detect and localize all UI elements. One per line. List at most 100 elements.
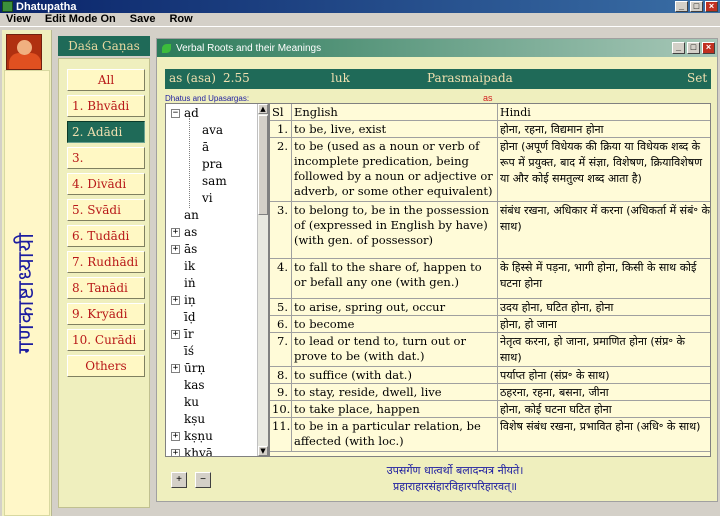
tree-item[interactable]: ku: [184, 394, 199, 411]
app-titlebar: Dhatupatha _ □ ×: [0, 0, 720, 13]
table-row[interactable]: 8. to suffice (with dat.) पर्याप्त होना (स…: [270, 367, 710, 384]
gana-button-tanadi[interactable]: 8. Tanādi: [67, 277, 145, 299]
zoom-out-button[interactable]: −: [195, 472, 211, 488]
sanskrit-quote: उपसर्गेण धात्वर्थो बलादन्यत्र नीयते। प्र…: [355, 463, 555, 495]
english-meaning: to be in a particular relation, be affec…: [292, 418, 498, 451]
root-name: as (asa): [169, 71, 216, 85]
menu-edit-mode[interactable]: Edit Mode On: [39, 13, 124, 26]
row-number: 1.: [270, 121, 292, 137]
meanings-table: Sl English Hindi 1. to be, live, exist होन…: [269, 103, 711, 457]
gana-button-all[interactable]: All: [67, 69, 145, 91]
table-row[interactable]: 2. to be (used as a noun or verb of incom…: [270, 138, 710, 202]
vertical-title-panel: गणकाष्टाध्यायी: [4, 70, 50, 516]
tree-item[interactable]: pra: [202, 156, 223, 173]
gana-button-others[interactable]: Others: [67, 355, 145, 377]
child-close-button[interactable]: ×: [702, 42, 715, 54]
gana-button-curadi[interactable]: 10. Curādi: [67, 329, 145, 351]
expand-icon[interactable]: +: [171, 364, 180, 373]
english-meaning: to be, live, exist: [292, 121, 498, 137]
app-title: Dhatupatha: [16, 0, 77, 13]
hindi-meaning: संबंध रखना, अधिकार में करना (अधिकर्ता मे…: [500, 204, 710, 233]
gana-button-rudhadi[interactable]: 7. Rudhādi: [67, 251, 145, 273]
tree-scrollbar[interactable]: ▲ ▼: [257, 104, 268, 456]
zoom-in-icon: +: [176, 474, 182, 485]
row-number: 10.: [272, 401, 292, 417]
scroll-up-arrow[interactable]: ▲: [258, 104, 268, 114]
roots-window-title: Verbal Roots and their Meanings: [176, 42, 322, 54]
app-icon: [2, 1, 13, 12]
table-row[interactable]: 5. to arise, spring out, occur उदय होना, घ…: [270, 299, 710, 316]
scroll-down-arrow[interactable]: ▼: [258, 446, 268, 456]
tree-item[interactable]: ad: [184, 105, 199, 122]
tree-item[interactable]: sam: [202, 173, 227, 190]
hindi-meaning: होना, कोई घटना घटित होना: [500, 403, 612, 416]
minimize-button[interactable]: _: [675, 1, 688, 12]
gana-button-bhvadi[interactable]: 1. Bhvādi: [67, 95, 145, 117]
gana-button-juhotyadi[interactable]: 3. Juhotyādi: [67, 147, 145, 185]
selected-root-label: as: [483, 93, 493, 103]
gana-button-tudadi[interactable]: 6. Tudādi: [67, 225, 145, 247]
expand-icon[interactable]: +: [171, 449, 180, 456]
tree-item[interactable]: kṣṇu: [184, 428, 213, 445]
expand-icon[interactable]: +: [171, 296, 180, 305]
gana-button-divadi[interactable]: 4. Divādi: [67, 173, 145, 195]
tree-item[interactable]: khyā: [184, 445, 213, 456]
gana-button-svadi[interactable]: 5. Svādi: [67, 199, 145, 221]
row-number: 8.: [270, 367, 292, 383]
row-number: 4.: [270, 259, 292, 298]
maximize-button[interactable]: □: [690, 1, 703, 12]
child-maximize-button[interactable]: □: [687, 42, 700, 54]
table-row[interactable]: 6. to become होना, हो जाना: [270, 316, 710, 333]
dhatu-tree[interactable]: ▲ ▼ ad − ava ā pra sam vi an as + ās + ik iṅ iṇ + īḍ īr + ī…: [165, 103, 269, 457]
tree-item[interactable]: īś: [184, 343, 194, 360]
table-row[interactable]: 7. to lead or tend to, turn out or prove …: [270, 333, 710, 367]
english-meaning: to lead or tend to, turn out or prove to…: [292, 333, 498, 366]
menu-view[interactable]: View: [0, 13, 39, 26]
tree-item[interactable]: kṣu: [184, 411, 205, 428]
tree-item[interactable]: ā: [202, 139, 209, 156]
hindi-meaning: विशेष संबंध रखना, प्रभावित होना (अधि॰ के…: [500, 420, 701, 433]
collapse-icon[interactable]: −: [171, 109, 180, 118]
table-row[interactable]: 11. to be in a particular relation, be af…: [270, 418, 710, 452]
table-row[interactable]: 3. to belong to, be in the possession of …: [270, 202, 710, 259]
menu-row[interactable]: Row: [163, 13, 200, 26]
hindi-meaning: के हिस्से में पड़ना, भागी होना, किसी के …: [500, 261, 697, 290]
tree-item[interactable]: iṇ: [184, 292, 196, 309]
close-button[interactable]: ×: [705, 1, 718, 12]
tree-item[interactable]: īḍ: [184, 309, 196, 326]
tree-item[interactable]: ūrṇ: [184, 360, 205, 377]
root-info-bar: as (asa) 2.55 luk Parasmaipada Set: [165, 69, 711, 89]
tree-item[interactable]: as: [184, 224, 197, 241]
english-meaning: to be (used as a noun or verb of incompl…: [292, 138, 498, 201]
zoom-in-button[interactable]: +: [171, 472, 187, 488]
row-number: 9.: [270, 384, 292, 400]
tree-item[interactable]: iṅ: [184, 275, 196, 292]
english-meaning: to take place, happen: [292, 401, 498, 417]
roots-window-titlebar: Verbal Roots and their Meanings _ □ ×: [157, 39, 717, 57]
table-row[interactable]: 1. to be, live, exist होना, रहना, विद्यमान…: [270, 121, 710, 138]
gana-button-kryadi[interactable]: 9. Kryādi: [67, 303, 145, 325]
expand-icon[interactable]: +: [171, 330, 180, 339]
row-number: 11.: [270, 418, 292, 451]
tree-item[interactable]: kas: [184, 377, 205, 394]
menu-save[interactable]: Save: [124, 13, 164, 26]
zoom-out-icon: −: [200, 474, 206, 485]
tree-item[interactable]: ās: [184, 241, 197, 258]
tree-item[interactable]: ava: [202, 122, 223, 139]
row-number: 2.: [270, 138, 292, 201]
table-row[interactable]: 9. to stay, reside, dwell, live ठहरना, रहन…: [270, 384, 710, 401]
tree-item[interactable]: an: [184, 207, 199, 224]
expand-icon[interactable]: +: [171, 432, 180, 441]
scroll-thumb[interactable]: [258, 115, 268, 215]
header-sl: Sl: [270, 104, 292, 120]
tree-item[interactable]: vi: [202, 190, 213, 207]
gana-button-adadi[interactable]: 2. Adādi: [67, 121, 145, 143]
table-row[interactable]: 10. to take place, happen होना, कोई घटना घ…: [270, 401, 710, 418]
expand-icon[interactable]: +: [171, 228, 180, 237]
tree-item[interactable]: ik: [184, 258, 195, 275]
child-minimize-button[interactable]: _: [672, 42, 685, 54]
tree-item[interactable]: īr: [184, 326, 194, 343]
table-row[interactable]: 4. to fall to the share of, happen to or …: [270, 259, 710, 299]
quote-area: + − उपसर्गेण धात्वर्थो बलादन्यत्र नीयते।…: [165, 461, 711, 497]
expand-icon[interactable]: +: [171, 245, 180, 254]
